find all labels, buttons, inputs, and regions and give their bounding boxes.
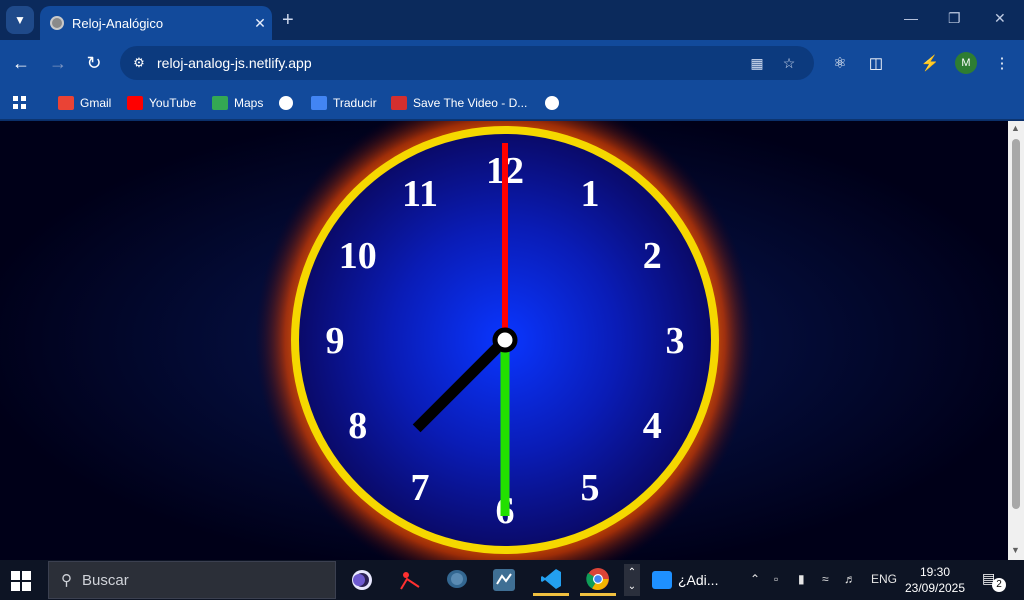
restore-icon[interactable]: ❐ — [948, 10, 961, 27]
clock-center-pin — [492, 327, 518, 353]
bookmark-2[interactable]: Maps — [212, 94, 263, 112]
wifi-icon[interactable]: ≈ — [822, 572, 829, 586]
search-placeholder: Buscar — [82, 571, 129, 589]
chevron-down-icon: ▼ — [14, 13, 26, 27]
clock-numeral-1: 1 — [581, 173, 600, 215]
chevron-up-icon: ⌃ — [627, 567, 637, 578]
analog-clock: 121234567891011 — [255, 121, 755, 560]
scrollbar-thumb[interactable] — [1012, 139, 1020, 509]
save-video-icon — [391, 96, 407, 110]
bookmark-label: Maps — [234, 96, 264, 110]
bookmark-1[interactable]: YouTube — [127, 94, 196, 112]
apps-grid-icon[interactable] — [12, 94, 28, 112]
bookmark-6[interactable] — [545, 94, 565, 112]
site-info-icon[interactable]: ⚙ — [130, 54, 148, 72]
vertical-scrollbar[interactable]: ▲ ▼ — [1008, 121, 1024, 560]
bookmark-star-icon[interactable]: ☆ — [780, 54, 798, 72]
taskbar-date: 23/09/2025 — [904, 581, 966, 595]
toolbar: ← → ↻ ⚙ reloj-analog-js.netlify.app ▦ ☆ … — [0, 40, 1024, 86]
close-tab-icon[interactable]: ✕ — [248, 15, 272, 32]
postgresql-icon[interactable] — [439, 564, 475, 596]
tracking-app-icon[interactable] — [392, 564, 428, 596]
bookmark-label: Gmail — [80, 96, 112, 110]
language-indicator[interactable]: ENG — [871, 572, 897, 586]
globe-icon — [279, 96, 293, 110]
taskbar-overflow-scroll[interactable]: ⌃ ⌄ — [624, 564, 640, 596]
search-icon: ⚲ — [61, 572, 72, 589]
tray-overflow-icon[interactable]: ⌃ — [750, 572, 760, 586]
mysql-workbench-icon[interactable] — [486, 564, 522, 596]
profile-avatar[interactable]: M — [955, 52, 977, 74]
bookmark-4[interactable]: Traducir — [311, 94, 377, 112]
vscode-icon[interactable] — [533, 564, 569, 596]
browser-window: ▼ Reloj-Analógico ✕ + — ❐ ✕ ← → ↻ ⚙ relo… — [0, 0, 1024, 560]
news-widget-icon — [652, 571, 672, 589]
react-devtools-icon[interactable]: ⚛ — [829, 52, 851, 74]
tab-active[interactable]: Reloj-Analógico ✕ — [40, 6, 272, 40]
globe-icon — [545, 96, 559, 110]
page-favicon-icon — [50, 16, 64, 30]
battery-icon[interactable]: ▮ — [798, 572, 805, 586]
performance-icon[interactable]: ⚡ — [919, 52, 941, 74]
taskbar-search[interactable]: ⚲ Buscar — [48, 561, 336, 599]
clock-numeral-4: 4 — [643, 405, 662, 447]
clock-numeral-11: 11 — [402, 173, 438, 215]
chevron-down-icon: ⌄ — [627, 581, 637, 592]
bookmark-0[interactable]: Gmail — [58, 94, 111, 112]
gmail-icon — [58, 96, 74, 110]
forward-icon[interactable]: → — [45, 50, 71, 76]
minimize-icon[interactable]: — — [904, 10, 918, 26]
clock-numeral-9: 9 — [326, 320, 345, 362]
taskbar-clock[interactable]: 19:30 23/09/2025 — [902, 564, 968, 596]
translate-page-icon[interactable]: ▦ — [748, 54, 766, 72]
taskbar-time: 19:30 — [919, 565, 951, 579]
news-widget-text: ¿Adi... — [678, 572, 719, 588]
clock-numeral-10: 10 — [339, 235, 377, 277]
clock-numeral-8: 8 — [348, 405, 367, 447]
reload-icon[interactable]: ↻ — [81, 50, 107, 76]
address-bar[interactable]: ⚙ reloj-analog-js.netlify.app ▦ ☆ — [120, 46, 814, 80]
bookmark-label: Traducir — [333, 96, 377, 110]
menu-kebab-icon[interactable]: ⋮ — [991, 52, 1013, 74]
clock-numeral-5: 5 — [581, 467, 600, 509]
scroll-down-icon[interactable]: ▼ — [1011, 545, 1020, 555]
scroll-up-icon[interactable]: ▲ — [1011, 123, 1020, 133]
maps-icon — [212, 96, 228, 110]
bookmark-3[interactable] — [279, 94, 299, 112]
meet-now-icon[interactable]: ▫ — [774, 572, 778, 586]
bookmark-5[interactable]: Save The Video - D... — [391, 94, 527, 112]
back-icon[interactable]: ← — [8, 50, 34, 76]
notifications-icon[interactable]: ▤ 2 — [982, 570, 1008, 592]
extensions-icon[interactable]: ◫ — [865, 52, 887, 74]
notification-count-badge: 2 — [992, 578, 1006, 592]
bookmarks-bar: Gmail YouTube Maps Traducir Save The Video -… — [0, 86, 1024, 120]
news-widget[interactable]: ¿Adi... — [652, 564, 732, 596]
tab-strip: ▼ Reloj-Analógico ✕ + — ❐ ✕ — [0, 0, 1024, 40]
close-window-icon[interactable]: ✕ — [994, 10, 1006, 27]
youtube-icon — [127, 96, 143, 110]
clock-numeral-3: 3 — [666, 320, 685, 362]
chrome-icon[interactable] — [580, 564, 616, 596]
translate-icon — [311, 96, 327, 110]
url-text[interactable]: reloj-analog-js.netlify.app — [157, 55, 312, 71]
new-tab-icon[interactable]: + — [282, 9, 294, 32]
page-content: 121234567891011 — [0, 121, 1008, 560]
tab-search-button[interactable]: ▼ — [6, 6, 34, 34]
taskbar: ⚲ Buscar ⌃ ⌄ ¿Adi... ⌃ ▫ ▮ ≈ ♬ ENG 19:30 … — [0, 560, 1024, 600]
tab-title: Reloj-Analógico — [72, 15, 164, 31]
clock-numeral-2: 2 — [643, 235, 662, 277]
bookmark-label: Save The Video - D... — [413, 96, 528, 110]
bookmark-label: YouTube — [149, 96, 197, 110]
volume-icon[interactable]: ♬ — [844, 572, 856, 586]
eclipse-app-icon[interactable] — [344, 564, 380, 596]
windows-start-icon[interactable] — [10, 570, 32, 592]
clock-numeral-7: 7 — [411, 467, 430, 509]
